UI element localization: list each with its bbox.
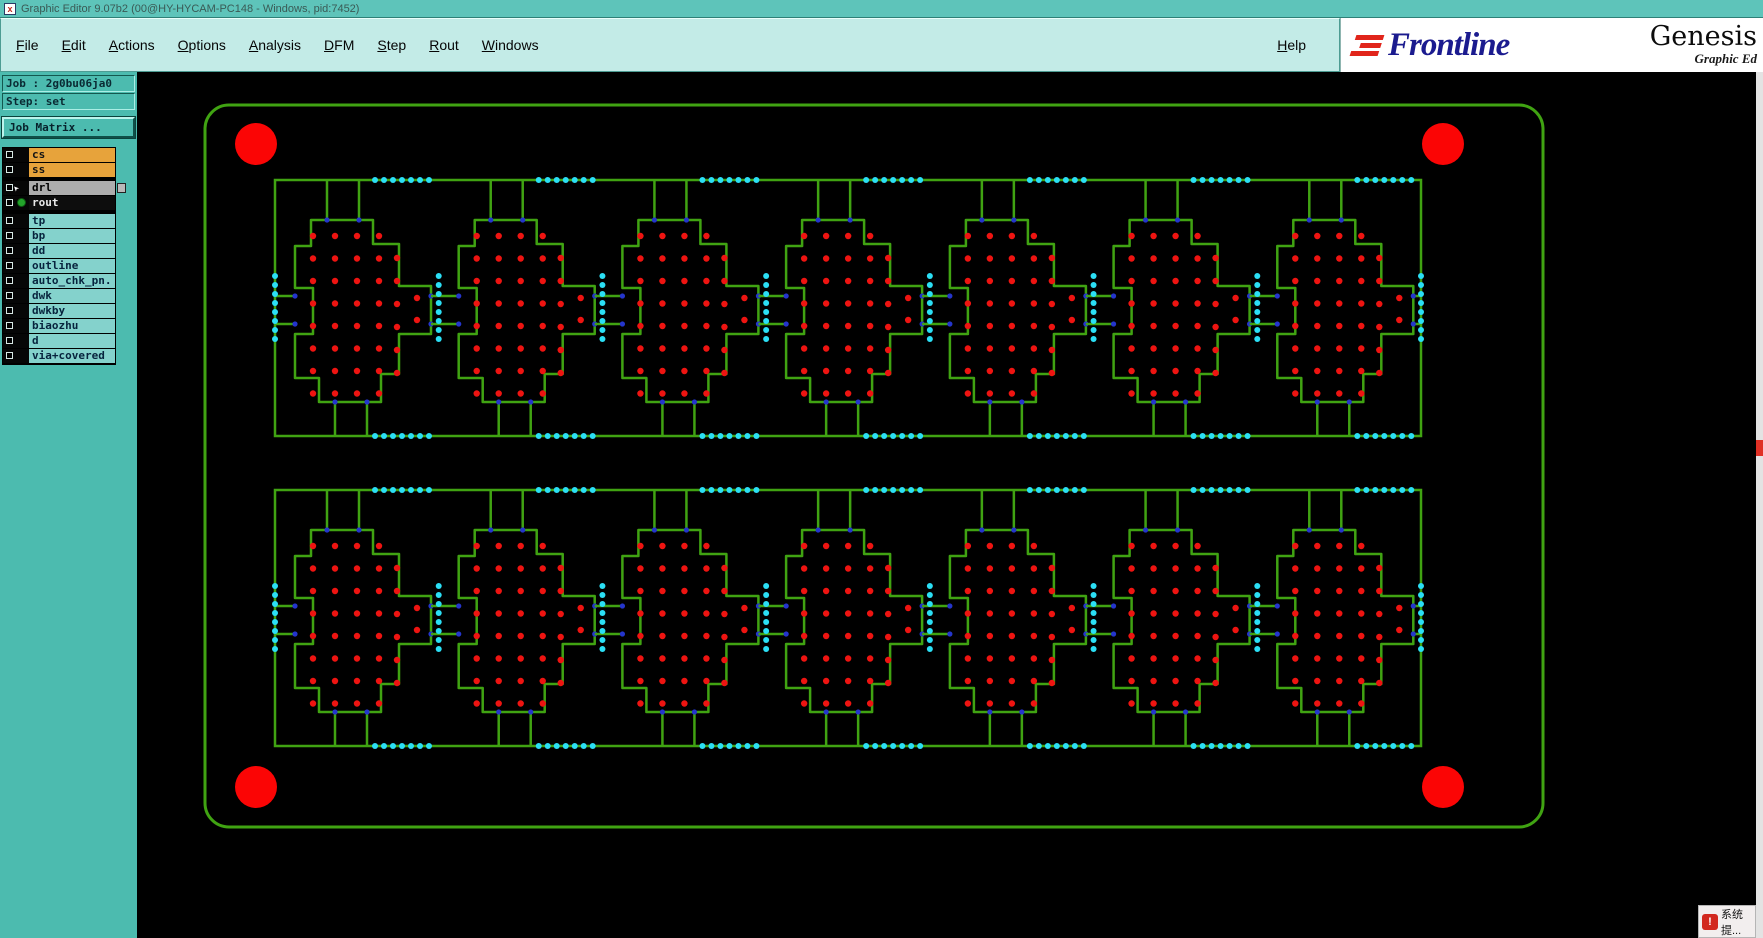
step-label: Step: set <box>2 93 135 110</box>
notification-toast[interactable]: ! 系统提... <box>1698 905 1756 938</box>
layer-toggle[interactable] <box>3 304 29 318</box>
menu-help[interactable]: Help <box>1277 37 1306 53</box>
board-canvas[interactable]: ! 系统提... <box>137 72 1763 938</box>
layer-list: cs ss ➤ drl rout tp bp dd outline auto_chk_pn. dwk… <box>2 147 126 365</box>
layer-row-auto-chk-pn[interactable]: auto_chk_pn. <box>3 274 115 288</box>
window-title: Graphic Editor 9.07b2 (00@HY-HYCAM-PC148… <box>21 2 360 15</box>
layer-toggle[interactable] <box>3 349 29 363</box>
layer-name[interactable]: d <box>29 334 115 348</box>
menu-actions[interactable]: Actions <box>109 37 155 53</box>
logo-brand: Frontline <box>1388 26 1510 63</box>
logo-left: Frontline <box>1349 26 1510 63</box>
logo-right: Genesis Graphic Ed <box>1649 20 1759 67</box>
layer-toggle[interactable]: ➤ <box>3 181 29 195</box>
app-window: x Graphic Editor 9.07b2 (00@HY-HYCAM-PC1… <box>0 0 1763 938</box>
layer-name[interactable]: dwkby <box>29 304 115 318</box>
layer-row-d[interactable]: d <box>3 334 115 348</box>
menu-rout[interactable]: Rout <box>429 37 459 53</box>
layer-row-outline[interactable]: outline <box>3 259 115 273</box>
layer-toggle[interactable] <box>3 319 29 333</box>
board-graphic <box>203 103 1545 829</box>
layer-toggle[interactable] <box>3 274 29 288</box>
layer-name[interactable]: dwk <box>29 289 115 303</box>
layer-visibility-box[interactable] <box>6 247 13 254</box>
layer-name[interactable]: auto_chk_pn. <box>29 274 115 288</box>
layer-visibility-box[interactable] <box>6 262 13 269</box>
layer-toggle[interactable] <box>3 214 29 228</box>
menu-analysis[interactable]: Analysis <box>249 37 301 53</box>
layer-name[interactable]: dd <box>29 244 115 258</box>
layer-name[interactable]: bp <box>29 229 115 243</box>
menu-file[interactable]: File <box>16 37 39 53</box>
layer-toggle[interactable] <box>3 289 29 303</box>
layer-visibility-box[interactable] <box>6 217 13 224</box>
layer-visibility-box[interactable] <box>6 232 13 239</box>
layer-visibility-box[interactable] <box>6 337 13 344</box>
layer-row-rout[interactable]: rout <box>3 196 115 210</box>
layer-row-cs[interactable]: cs <box>3 148 115 162</box>
top-bar: File Edit Actions Options Analysis DFM Step Rou… <box>0 18 1763 72</box>
menu-options[interactable]: Options <box>178 37 226 53</box>
layer-mini-box[interactable] <box>117 183 126 193</box>
layer-toggle[interactable] <box>3 196 29 210</box>
main-area: Job : 2g0bu06ja0 Step: set Job Matrix ..… <box>0 72 1763 938</box>
layer-row-via-covered[interactable]: via+covered <box>3 349 115 363</box>
layer-name[interactable]: biaozhu <box>29 319 115 333</box>
layer-row-ss[interactable]: ss <box>3 163 115 177</box>
job-matrix-button[interactable]: Job Matrix ... <box>1 116 136 139</box>
layer-toggle[interactable] <box>3 229 29 243</box>
layer-visibility-box[interactable] <box>6 352 13 359</box>
menu-windows[interactable]: Windows <box>482 37 539 53</box>
layer-visibility-box[interactable] <box>6 277 13 284</box>
layer-visibility-box[interactable] <box>6 292 13 299</box>
menu-bar-items: File Edit Actions Options Analysis DFM Step Rou… <box>16 37 539 53</box>
layer-row-tp[interactable]: tp <box>3 214 115 228</box>
menu-step[interactable]: Step <box>377 37 406 53</box>
frontline-logo: Frontline Genesis Graphic Ed <box>1340 18 1763 72</box>
layer-row-biaozhu[interactable]: biaozhu <box>3 319 115 333</box>
layer-toggle[interactable] <box>3 334 29 348</box>
layer-name[interactable]: tp <box>29 214 115 228</box>
layer-visibility-box[interactable] <box>6 166 13 173</box>
layer-name[interactable]: ss <box>29 163 115 177</box>
layer-visibility-box[interactable] <box>6 151 13 158</box>
alert-icon: ! <box>1702 913 1718 930</box>
layer-name[interactable]: outline <box>29 259 115 273</box>
layer-name[interactable]: cs <box>29 148 115 162</box>
layer-name[interactable]: via+covered <box>29 349 115 363</box>
rout-active-dot-icon <box>17 198 26 207</box>
logo-subtitle: Graphic Ed <box>1694 51 1757 67</box>
sidebar: Job : 2g0bu06ja0 Step: set Job Matrix ..… <box>0 72 137 938</box>
layer-visibility-box[interactable] <box>6 307 13 314</box>
layer-row-drl[interactable]: ➤ drl <box>3 181 126 195</box>
app-icon: x <box>4 2 16 15</box>
menu-dfm[interactable]: DFM <box>324 37 354 53</box>
layer-visibility-box[interactable] <box>6 322 13 329</box>
layer-toggle[interactable] <box>3 163 29 177</box>
layer-toggle[interactable] <box>3 244 29 258</box>
layer-toggle[interactable] <box>3 148 29 162</box>
title-bar: x Graphic Editor 9.07b2 (00@HY-HYCAM-PC1… <box>0 0 1763 18</box>
layer-name[interactable]: rout <box>29 196 115 210</box>
layer-toggle[interactable] <box>3 259 29 273</box>
frontline-stripes-icon <box>1349 34 1385 56</box>
menu-edit[interactable]: Edit <box>62 37 86 53</box>
layer-row-dd[interactable]: dd <box>3 244 115 258</box>
layer-row-dwk[interactable]: dwk <box>3 289 115 303</box>
layer-row-bp[interactable]: bp <box>3 229 115 243</box>
job-label: Job : 2g0bu06ja0 <box>2 75 135 92</box>
cursor-icon: ➤ <box>10 181 23 194</box>
layer-visibility-box[interactable] <box>6 199 13 206</box>
logo-product: Genesis <box>1649 20 1757 52</box>
layer-name[interactable]: drl <box>29 181 115 195</box>
layer-row-dwkby[interactable]: dwkby <box>3 304 115 318</box>
menu-bar: File Edit Actions Options Analysis DFM Step Rou… <box>0 18 1340 72</box>
toast-label: 系统提... <box>1721 908 1743 937</box>
edge-red-marker <box>1756 440 1763 456</box>
right-edge-strip <box>1756 72 1763 938</box>
